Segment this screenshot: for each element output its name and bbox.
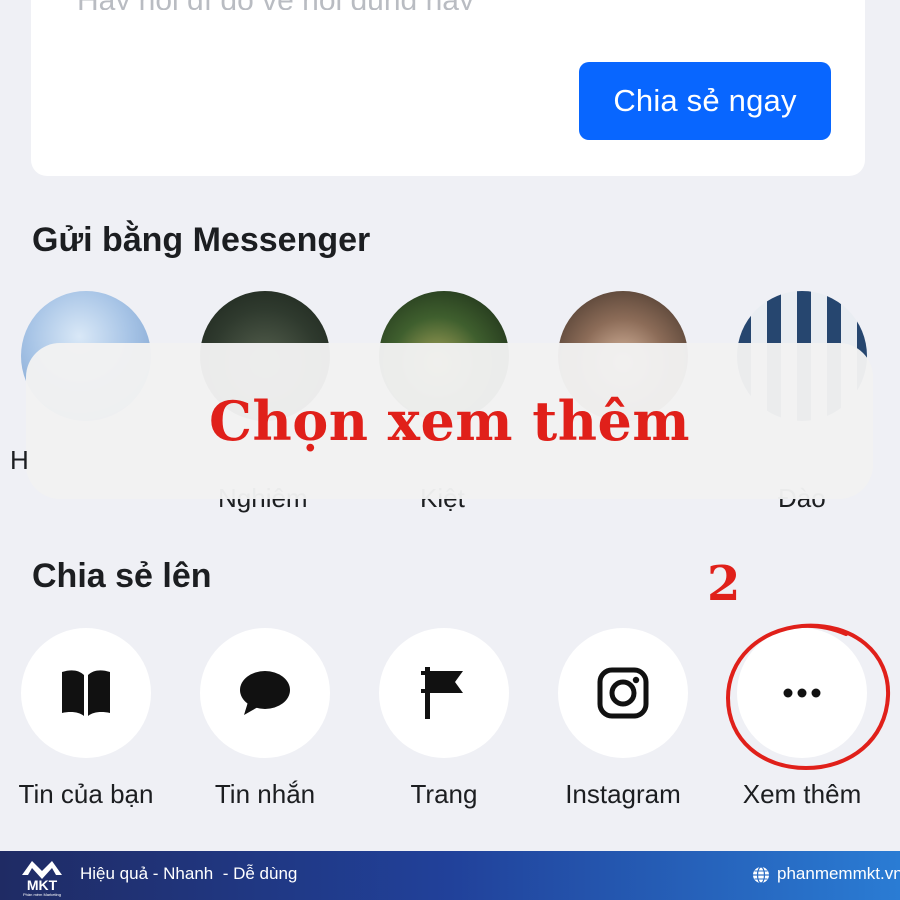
instagram-icon (597, 667, 649, 719)
share-now-button[interactable]: Chia sẻ ngay (579, 62, 831, 140)
share-option-instagram[interactable] (558, 628, 688, 758)
globe-icon (753, 866, 769, 884)
svg-text:Phần mềm Marketing: Phần mềm Marketing (23, 892, 61, 897)
brand-logo: MKT Phần mềm Marketing (22, 861, 62, 897)
share-option-label: Tin của bạn (18, 779, 154, 809)
share-option-label: Trang (410, 779, 478, 809)
book-open-icon (62, 670, 110, 716)
svg-text:MKT: MKT (27, 877, 58, 893)
share-option-message[interactable] (200, 628, 330, 758)
share-option-label: Instagram (565, 779, 681, 809)
footer-website[interactable]: phanmemmkt.vn (777, 864, 900, 884)
footer-tagline: Hiệu quả - Nhanh - Dễ dùng (80, 864, 298, 883)
share-option-label: Tin nhắn (214, 779, 316, 809)
share-option-more[interactable] (737, 628, 867, 758)
message-bubble-icon (240, 671, 290, 715)
footer-bar: MKT Phần mềm Marketing Hiệu quả - Nhanh … (0, 851, 900, 900)
contact-name: H (10, 445, 29, 475)
share-option-page[interactable] (379, 628, 509, 758)
composer-card: Hãy nói gì đó về nội dung này Chia sẻ ng… (31, 0, 865, 176)
share-section-title: Chia sẻ lên (32, 557, 212, 595)
instruction-text: Chọn xem thêm (208, 389, 690, 453)
instruction-overlay: Chọn xem thêm (26, 343, 873, 499)
messenger-section-title: Gửi bằng Messenger (32, 221, 371, 259)
flag-icon (421, 667, 463, 719)
step-number: 2 (707, 556, 741, 612)
more-dots-icon (783, 688, 821, 698)
composer-input[interactable]: Hãy nói gì đó về nội dung này (77, 0, 547, 10)
share-option-label: Xem thêm (742, 779, 862, 809)
share-option-story[interactable] (21, 628, 151, 758)
